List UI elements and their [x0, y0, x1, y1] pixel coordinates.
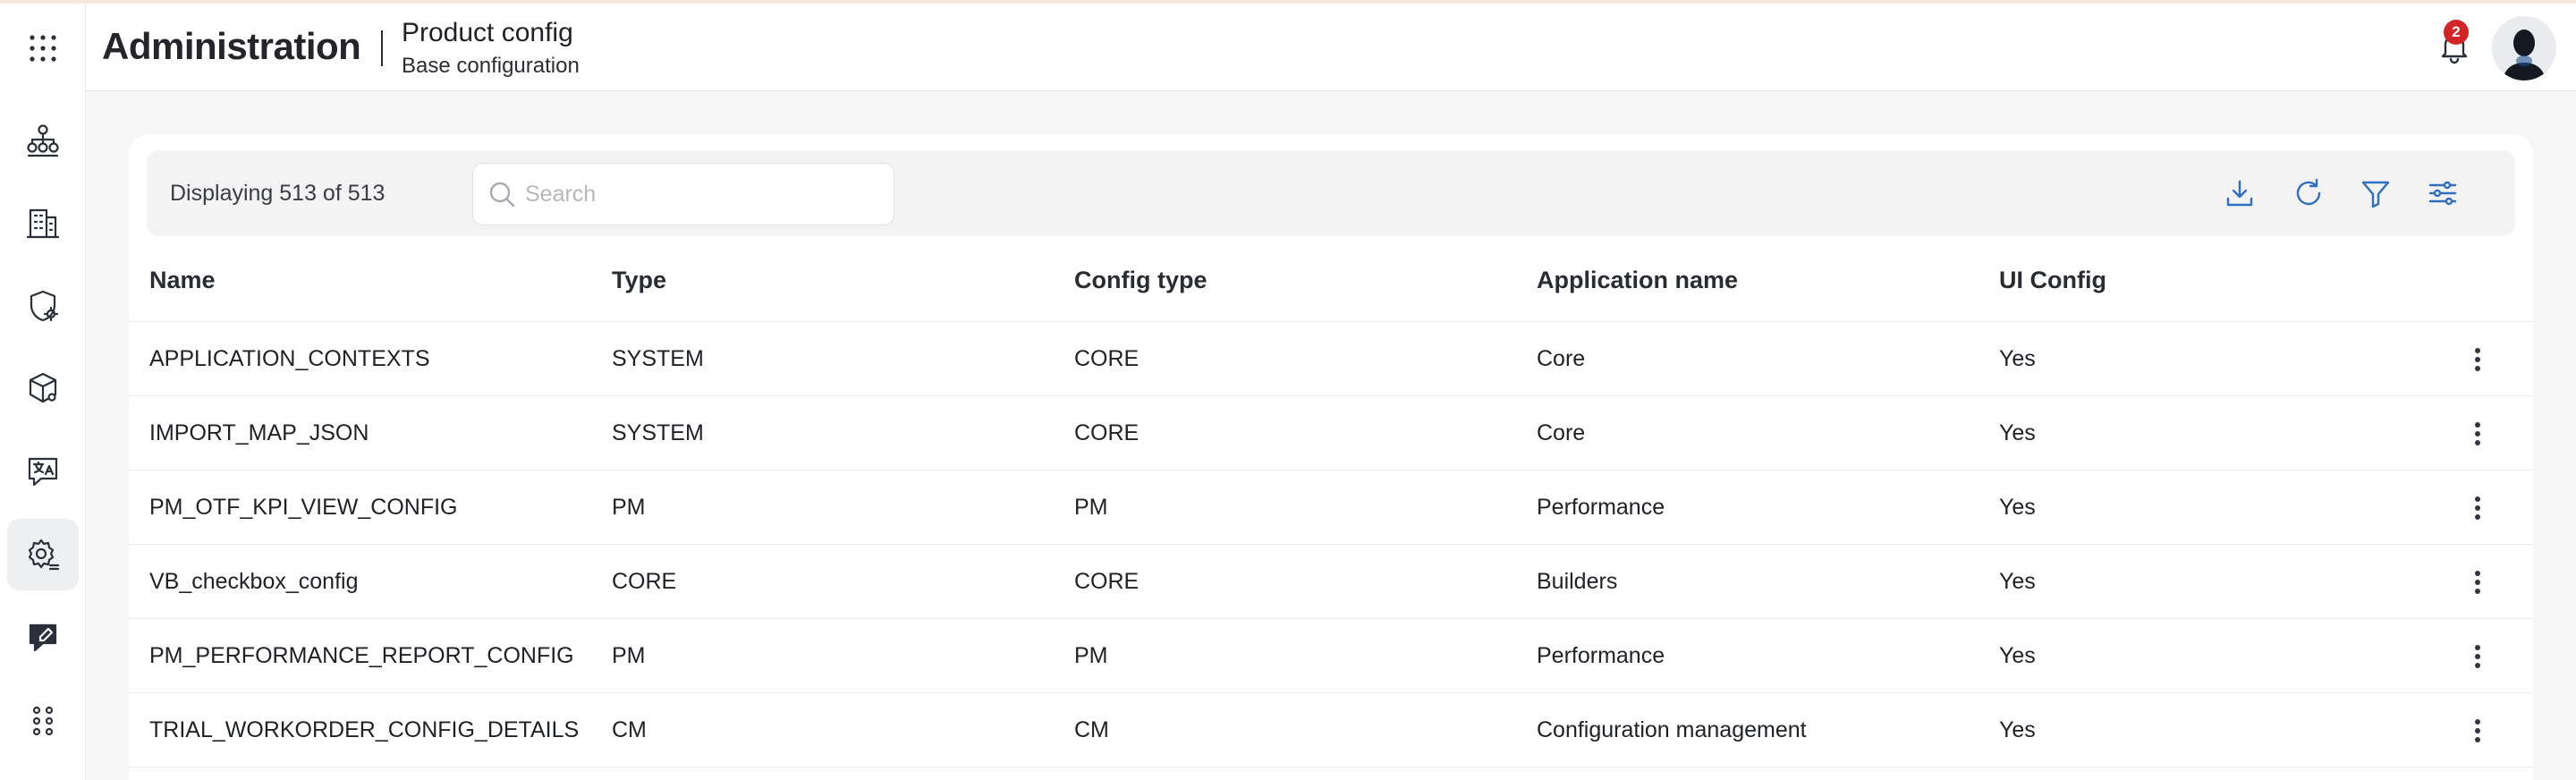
- record-count: Displaying 513 of 513: [170, 181, 386, 206]
- filter-icon: [2361, 181, 2390, 208]
- column-header-type[interactable]: Type: [612, 267, 666, 294]
- refresh-icon: [2296, 178, 2321, 206]
- download-button[interactable]: [2222, 175, 2258, 211]
- cell-application-name: Configuration management: [1537, 717, 1807, 742]
- table-row[interactable]: VB_checkbox_config CORE CORE Builders Ye…: [129, 545, 2533, 619]
- sidebar-item-translations[interactable]: [7, 436, 79, 507]
- sidebar-item-more-apps[interactable]: [7, 685, 79, 757]
- cell-name: IMPORT_MAP_JSON: [149, 420, 369, 445]
- page-title: Product config: [402, 18, 573, 47]
- cell-ui-config: Yes: [1999, 346, 2036, 371]
- filter-button[interactable]: [2358, 175, 2394, 211]
- cell-config-type: CORE: [1074, 569, 1140, 594]
- page-header: Administration Product config Base confi…: [86, 4, 2576, 91]
- user-avatar[interactable]: [2492, 16, 2556, 81]
- cell-config-type: PM: [1074, 643, 1108, 668]
- sidebar-item-feedback[interactable]: [7, 602, 79, 674]
- app-title: Administration: [102, 25, 361, 67]
- cell-ui-config: Yes: [1999, 420, 2036, 445]
- kebab-menu-icon: [2475, 422, 2480, 445]
- apps-grid-icon: [30, 35, 56, 62]
- cell-application-name: Builders: [1537, 569, 1618, 594]
- sidebar-item-organization[interactable]: [7, 187, 79, 259]
- cell-type: PM: [612, 643, 646, 668]
- refresh-button[interactable]: [2291, 175, 2326, 211]
- row-actions-button[interactable]: [2462, 564, 2494, 600]
- cell-name: APPLICATION_CONTEXTS: [149, 346, 430, 371]
- cell-ui-config: Yes: [1999, 717, 2036, 742]
- row-actions-button[interactable]: [2462, 416, 2494, 452]
- settings-icon: [28, 538, 60, 571]
- config-table-card: Displaying 513 of 513 Search Name Type C…: [129, 134, 2533, 780]
- search-icon: [489, 182, 515, 208]
- cell-application-name: Core: [1537, 420, 1586, 445]
- cell-type: SYSTEM: [612, 420, 704, 445]
- title-divider: [381, 30, 383, 66]
- cell-config-type: CM: [1074, 717, 1109, 742]
- cell-config-type: CORE: [1074, 346, 1140, 371]
- notification-count-badge: 2: [2444, 20, 2469, 45]
- row-actions-button[interactable]: [2462, 713, 2494, 749]
- kebab-menu-icon: [2475, 571, 2480, 594]
- shield-settings-icon: [30, 290, 59, 322]
- hierarchy-icon: [27, 124, 59, 157]
- cell-name: VB_checkbox_config: [149, 569, 359, 594]
- apps-small-icon: [32, 706, 54, 736]
- table-row[interactable]: PM_OTF_KPI_VIEW_CONFIG PM PM Performance…: [129, 471, 2533, 545]
- cell-ui-config: Yes: [1999, 643, 2036, 668]
- cell-name: TRIAL_WORKORDER_CONFIG_DETAILS: [149, 717, 580, 742]
- column-settings-button[interactable]: [2425, 175, 2461, 211]
- building-icon: [26, 208, 60, 239]
- table-row[interactable]: IMPORT_MAP_JSON SYSTEM CORE Core Yes: [129, 396, 2533, 471]
- translate-icon: [28, 457, 58, 487]
- cell-name: PM_OTF_KPI_VIEW_CONFIG: [149, 495, 458, 520]
- table-header-row: Name Type Config type Application name U…: [129, 236, 2533, 322]
- sidebar-item-settings[interactable]: [7, 519, 79, 590]
- cell-config-type: CORE: [1074, 420, 1140, 445]
- cell-config-type: PM: [1074, 495, 1108, 520]
- download-icon: [2226, 180, 2253, 207]
- sidebar-item-security[interactable]: [7, 270, 79, 342]
- row-actions-button[interactable]: [2462, 342, 2494, 377]
- search-input[interactable]: [525, 181, 865, 208]
- sidebar-item-hierarchy[interactable]: [7, 104, 79, 175]
- cell-ui-config: Yes: [1999, 495, 2036, 520]
- column-header-ui-config[interactable]: UI Config: [1999, 267, 2106, 294]
- row-actions-button[interactable]: [2462, 490, 2494, 526]
- table-row[interactable]: APPLICATION_CONTEXTS SYSTEM CORE Core Ye…: [129, 322, 2533, 396]
- cell-application-name: Core: [1537, 346, 1586, 371]
- table-toolbar: Displaying 513 of 513: [147, 150, 2515, 236]
- cell-application-name: Performance: [1537, 643, 1665, 668]
- cell-type: CORE: [612, 569, 677, 594]
- cell-ui-config: Yes: [1999, 569, 2036, 594]
- apps-grid-button[interactable]: [7, 13, 79, 84]
- cell-type: PM: [612, 495, 646, 520]
- search-box[interactable]: [472, 163, 894, 225]
- sliders-icon: [2428, 181, 2457, 206]
- kebab-menu-icon: [2475, 348, 2480, 371]
- chat-edit-icon: [29, 623, 57, 652]
- avatar-portrait-icon: [2492, 16, 2556, 81]
- sidebar-item-products[interactable]: [7, 352, 79, 424]
- kebab-menu-icon: [2475, 719, 2480, 742]
- table-row[interactable]: PM_PERFORMANCE_REPORT_CONFIG PM PM Perfo…: [129, 619, 2533, 693]
- cell-application-name: Performance: [1537, 495, 1665, 520]
- cell-type: CM: [612, 717, 647, 742]
- sidebar: [0, 4, 86, 780]
- column-header-config-type[interactable]: Config type: [1074, 267, 1208, 294]
- column-header-name[interactable]: Name: [149, 267, 216, 294]
- kebab-menu-icon: [2475, 496, 2480, 520]
- cell-name: PM_PERFORMANCE_REPORT_CONFIG: [149, 643, 574, 668]
- table-row[interactable]: TRIAL_WORKORDER_CONFIG_DETAILS CM CM Con…: [129, 693, 2533, 767]
- kebab-menu-icon: [2475, 645, 2480, 668]
- cell-type: SYSTEM: [612, 346, 704, 371]
- row-actions-button[interactable]: [2462, 639, 2494, 674]
- cube-settings-icon: [29, 372, 57, 403]
- page-subtitle: Base configuration: [402, 54, 580, 78]
- column-header-application-name[interactable]: Application name: [1537, 267, 1738, 294]
